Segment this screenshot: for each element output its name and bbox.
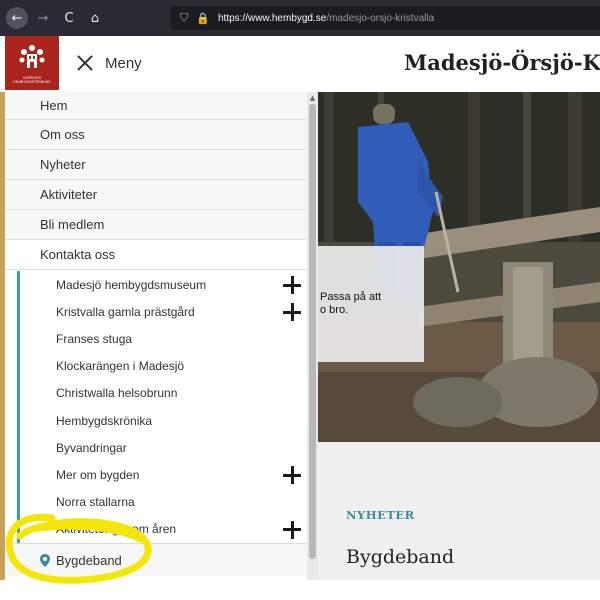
- hero-caption-line: Passa på att: [320, 291, 382, 303]
- submenu-item[interactable]: Klockarängen i Madesjö: [20, 353, 307, 380]
- drawer-scrollbar[interactable]: ▲: [307, 92, 318, 580]
- back-icon[interactable]: ←: [6, 7, 28, 29]
- submenu-item-label: Mer om bygden: [56, 467, 140, 482]
- submenu-item-label: Klockarängen i Madesjö: [56, 359, 185, 374]
- nav-item-aktiviteter[interactable]: Aktiviteter: [5, 180, 307, 210]
- menu-toggle-button[interactable]: Meny: [74, 50, 142, 76]
- logo-text: SVERIGES HEMBYGDSFÖRBUND: [13, 75, 51, 84]
- menu-label: Meny: [105, 54, 142, 72]
- submenu-item[interactable]: Aktiviteter genom åren: [20, 516, 307, 543]
- nav-drawer: Hem Om oss Nyheter Aktiviteter Bli medle…: [0, 92, 318, 580]
- hero-caption-text: Passa på att o bro.: [320, 291, 381, 317]
- scroll-up-icon[interactable]: ▲: [307, 93, 318, 103]
- lock-icon: 🔒: [196, 11, 210, 25]
- submenu: Madesjö hembygdsmuseum Kristvalla gamla …: [17, 271, 307, 543]
- submenu-item-label: Aktiviteter genom åren: [56, 522, 177, 537]
- submenu-item-label: Norra stallarna: [56, 495, 135, 510]
- section-kicker[interactable]: NYHETER: [346, 508, 415, 522]
- map-pin-icon: [40, 553, 50, 567]
- nav-item-label: Bli medlem: [40, 217, 105, 232]
- location-label: Bygdeband: [56, 552, 122, 568]
- nav-item-kontakta-oss[interactable]: Kontakta oss: [5, 240, 307, 270]
- home-icon[interactable]: ⌂: [84, 7, 106, 29]
- url-host: https://www.hembygd.se: [217, 12, 327, 24]
- reload-icon[interactable]: C: [58, 7, 80, 29]
- site-logo[interactable]: SVERIGES HEMBYGDSFÖRBUND: [5, 36, 59, 90]
- submenu-item-label: Hembygdskrönika: [56, 413, 153, 428]
- site-header: SVERIGES HEMBYGDSFÖRBUND Meny Madesjö-Ör…: [0, 36, 600, 92]
- submenu-item-label: Kristvalla gamla prästgård: [56, 304, 195, 319]
- submenu-item[interactable]: Kristvalla gamla prästgård: [20, 298, 307, 325]
- forward-icon[interactable]: →: [32, 7, 54, 29]
- nav-item-bli-medlem[interactable]: Bli medlem: [5, 210, 307, 240]
- url-path: /madesjo-orsjo-kristvalla: [326, 12, 435, 24]
- shield-icon: ⛉: [180, 11, 189, 24]
- submenu-item[interactable]: Byvandringar: [20, 434, 307, 461]
- submenu-item[interactable]: Christwalla helsobrunn: [20, 380, 307, 407]
- submenu-item-label: Byvandringar: [56, 440, 127, 455]
- page-bottom: [0, 580, 600, 600]
- logo-emblem-icon: [19, 44, 45, 68]
- main-nav: Hem Om oss Nyheter Aktiviteter Bli medle…: [5, 92, 307, 270]
- nav-item-om-oss[interactable]: Om oss: [5, 120, 307, 150]
- plus-icon[interactable]: [283, 276, 301, 294]
- submenu-item[interactable]: Madesjö hembygdsmuseum: [20, 271, 307, 298]
- plus-icon[interactable]: [283, 303, 301, 322]
- url-text: https://www.hembygd.se/madesjo-orsjo-kri…: [218, 13, 434, 24]
- plus-icon[interactable]: [283, 466, 301, 485]
- submenu-item-label: Franses stuga: [56, 331, 133, 346]
- nav-item-label: Kontakta oss: [40, 247, 116, 262]
- section-title[interactable]: Bygdeband: [346, 546, 454, 568]
- hero-caption-box: Passa på att o bro.: [318, 246, 424, 362]
- site-title[interactable]: Madesjö-Örsjö-K: [404, 50, 600, 75]
- nav-item-label: Aktiviteter: [40, 187, 98, 202]
- scrollbar-thumb[interactable]: [309, 104, 316, 559]
- close-icon: [74, 52, 96, 74]
- submenu-item[interactable]: Norra stallarna: [20, 489, 307, 516]
- nav-item-label: Om oss: [40, 127, 85, 142]
- nav-item-label: Hem: [40, 98, 68, 113]
- browser-toolbar: ← → C ⌂ ⛉ 🔒 https://www.hembygd.se/mades…: [0, 0, 600, 36]
- nav-item-nyheter[interactable]: Nyheter: [5, 150, 307, 180]
- address-bar[interactable]: ⛉ 🔒 https://www.hembygd.se/madesjo-orsjo…: [170, 6, 600, 30]
- submenu-item[interactable]: Franses stuga: [20, 325, 307, 352]
- submenu-item-label: Madesjö hembygdsmuseum: [56, 277, 207, 292]
- hero-image: Passa på att o bro.: [318, 92, 600, 442]
- location-link[interactable]: Bygdeband: [5, 543, 307, 576]
- nav-item-hem[interactable]: Hem: [5, 92, 307, 120]
- hero-caption-line: o bro.: [320, 304, 349, 316]
- plus-icon[interactable]: [283, 520, 301, 539]
- nav-item-label: Nyheter: [40, 157, 86, 172]
- news-section: NYHETER Bygdeband: [318, 442, 600, 580]
- submenu-item-label: Christwalla helsobrunn: [56, 386, 178, 401]
- submenu-item[interactable]: Mer om bygden: [20, 461, 307, 488]
- submenu-item[interactable]: Hembygdskrönika: [20, 407, 307, 434]
